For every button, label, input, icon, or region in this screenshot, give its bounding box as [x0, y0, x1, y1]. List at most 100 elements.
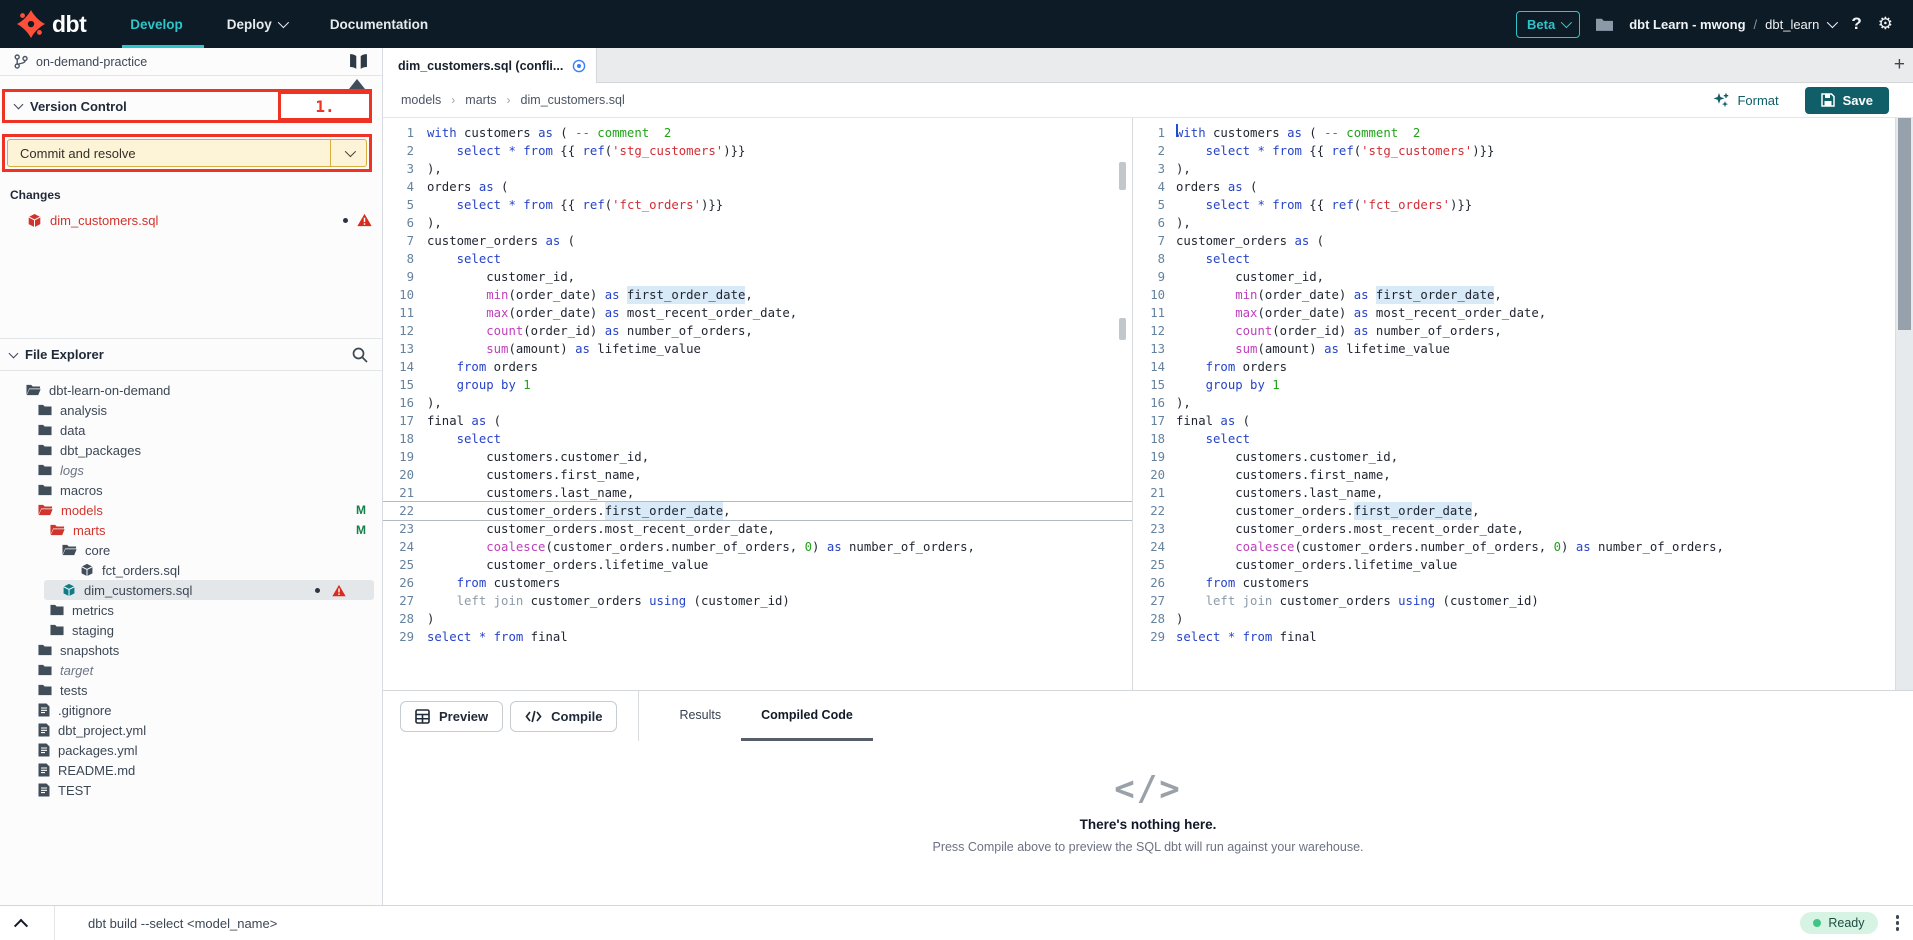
tab-dim-customers[interactable]: dim_customers.sql (confli...	[383, 48, 597, 83]
code-line-14[interactable]: 14 from orders	[1140, 358, 1895, 376]
tree-item-packages-yml[interactable]: packages.yml	[0, 740, 382, 760]
code-line-4[interactable]: 4orders as (	[1140, 178, 1895, 196]
code-line-16[interactable]: 16),	[1140, 394, 1895, 412]
code-line-29[interactable]: 29select * from final	[383, 628, 1132, 646]
tree-item-dbt-packages[interactable]: dbt_packages	[0, 440, 382, 460]
breadcrumb-segment[interactable]: models	[401, 93, 441, 107]
docs-book-icon[interactable]	[349, 53, 368, 70]
editor-pane-left[interactable]: 1with customers as ( -- comment 22 selec…	[383, 118, 1133, 690]
code-line-7[interactable]: 7customer_orders as (	[383, 232, 1132, 250]
tree-item-staging[interactable]: staging	[0, 620, 382, 640]
expand-chevron-icon[interactable]	[14, 919, 28, 933]
breadcrumb-segment[interactable]: marts	[465, 93, 496, 107]
tree-item-dbt-project-yml[interactable]: dbt_project.yml	[0, 720, 382, 740]
nav-documentation[interactable]: Documentation	[330, 17, 428, 32]
file-explorer-header[interactable]: File Explorer	[0, 339, 382, 371]
tree-item-marts[interactable]: martsM	[0, 520, 382, 540]
code-line-28[interactable]: 28)	[1140, 610, 1895, 628]
code-line-2[interactable]: 2 select * from {{ ref('stg_customers')}…	[1140, 142, 1895, 160]
tree-item-dbt-learn-on-demand[interactable]: dbt-learn-on-demand	[0, 380, 382, 400]
scrollbar-thumb[interactable]	[1898, 118, 1911, 330]
gear-icon[interactable]: ⚙	[1878, 14, 1893, 34]
kebab-menu-icon[interactable]	[1896, 915, 1900, 931]
code-line-6[interactable]: 6),	[1140, 214, 1895, 232]
tree-item-snapshots[interactable]: snapshots	[0, 640, 382, 660]
tree-item-readme-md[interactable]: README.md	[0, 760, 382, 780]
code-line-20[interactable]: 20 customers.first_name,	[383, 466, 1132, 484]
panel-tab-results[interactable]: Results	[659, 691, 741, 741]
code-line-17[interactable]: 17final as (	[1140, 412, 1895, 430]
code-line-16[interactable]: 16),	[383, 394, 1132, 412]
code-line-13[interactable]: 13 sum(amount) as lifetime_value	[383, 340, 1132, 358]
tree-item-data[interactable]: data	[0, 420, 382, 440]
editor-pane-right[interactable]: 1with customers as ( -- comment 22 selec…	[1140, 118, 1895, 690]
tree-item-fct-orders-sql[interactable]: fct_orders.sql	[0, 560, 382, 580]
code-line-18[interactable]: 18 select	[1140, 430, 1895, 448]
code-line-22[interactable]: 22 customer_orders.first_order_date,	[1140, 502, 1895, 520]
code-line-21[interactable]: 21 customers.last_name,	[1140, 484, 1895, 502]
tree-item-macros[interactable]: macros	[0, 480, 382, 500]
code-line-24[interactable]: 24 coalesce(customer_orders.number_of_or…	[383, 538, 1132, 556]
code-line-19[interactable]: 19 customers.customer_id,	[1140, 448, 1895, 466]
commit-dropdown-caret[interactable]	[330, 140, 366, 166]
help-icon[interactable]: ?	[1851, 14, 1861, 34]
nav-deploy[interactable]: Deploy	[227, 17, 286, 32]
preview-button[interactable]: Preview	[400, 701, 503, 732]
code-line-26[interactable]: 26 from customers	[383, 574, 1132, 592]
tree-item-metrics[interactable]: metrics	[0, 600, 382, 620]
code-line-17[interactable]: 17final as (	[383, 412, 1132, 430]
code-line-25[interactable]: 25 customer_orders.lifetime_value	[383, 556, 1132, 574]
code-line-6[interactable]: 6),	[383, 214, 1132, 232]
code-line-29[interactable]: 29select * from final	[1140, 628, 1895, 646]
branch-name[interactable]: on-demand-practice	[36, 55, 147, 69]
nav-develop[interactable]: Develop	[130, 17, 183, 32]
tree-item-dim-customers-sql[interactable]: dim_customers.sql	[0, 580, 382, 600]
code-line-27[interactable]: 27 left join customer_orders using (cust…	[383, 592, 1132, 610]
account-switcher[interactable]: dbt Learn - mwong / dbt_learn	[1629, 17, 1835, 32]
code-line-5[interactable]: 5 select * from {{ ref('fct_orders')}}	[1140, 196, 1895, 214]
tree-item--gitignore[interactable]: .gitignore	[0, 700, 382, 720]
code-line-9[interactable]: 9 customer_id,	[1140, 268, 1895, 286]
tree-item-logs[interactable]: logs	[0, 460, 382, 480]
code-line-15[interactable]: 15 group by 1	[383, 376, 1132, 394]
format-button[interactable]: Format	[1712, 92, 1778, 109]
tree-item-tests[interactable]: tests	[0, 680, 382, 700]
code-line-11[interactable]: 11 max(order_date) as most_recent_order_…	[1140, 304, 1895, 322]
code-line-14[interactable]: 14 from orders	[383, 358, 1132, 376]
code-line-8[interactable]: 8 select	[1140, 250, 1895, 268]
tree-item-target[interactable]: target	[0, 660, 382, 680]
search-icon[interactable]	[352, 347, 368, 363]
code-line-24[interactable]: 24 coalesce(customer_orders.number_of_or…	[1140, 538, 1895, 556]
code-line-20[interactable]: 20 customers.first_name,	[1140, 466, 1895, 484]
compile-button[interactable]: Compile	[510, 701, 617, 732]
beta-toggle[interactable]: Beta	[1516, 11, 1580, 38]
code-line-15[interactable]: 15 group by 1	[1140, 376, 1895, 394]
code-line-4[interactable]: 4orders as (	[383, 178, 1132, 196]
code-line-11[interactable]: 11 max(order_date) as most_recent_order_…	[383, 304, 1132, 322]
code-line-22[interactable]: 22 customer_orders.first_order_date,	[383, 502, 1132, 520]
command-input[interactable]: dbt build --select <model_name>	[88, 916, 277, 931]
code-line-27[interactable]: 27 left join customer_orders using (cust…	[1140, 592, 1895, 610]
code-line-1[interactable]: 1with customers as ( -- comment 2	[1140, 124, 1895, 142]
code-line-3[interactable]: 3),	[383, 160, 1132, 178]
code-line-9[interactable]: 9 customer_id,	[383, 268, 1132, 286]
dbt-logo[interactable]: dbt	[16, 9, 86, 39]
tree-item-models[interactable]: modelsM	[0, 500, 382, 520]
code-line-7[interactable]: 7customer_orders as (	[1140, 232, 1895, 250]
commit-and-resolve-button[interactable]: Commit and resolve	[7, 139, 367, 167]
tree-item-core[interactable]: core	[0, 540, 382, 560]
code-line-23[interactable]: 23 customer_orders.most_recent_order_dat…	[383, 520, 1132, 538]
code-line-25[interactable]: 25 customer_orders.lifetime_value	[1140, 556, 1895, 574]
code-line-2[interactable]: 2 select * from {{ ref('stg_customers')}…	[383, 142, 1132, 160]
code-line-5[interactable]: 5 select * from {{ ref('fct_orders')}}	[383, 196, 1132, 214]
code-line-10[interactable]: 10 min(order_date) as first_order_date,	[383, 286, 1132, 304]
code-line-28[interactable]: 28)	[383, 610, 1132, 628]
code-line-21[interactable]: 21 customers.last_name,	[383, 484, 1132, 502]
code-line-19[interactable]: 19 customers.customer_id,	[383, 448, 1132, 466]
editor-scrollbar[interactable]	[1895, 118, 1913, 690]
code-line-3[interactable]: 3),	[1140, 160, 1895, 178]
code-line-13[interactable]: 13 sum(amount) as lifetime_value	[1140, 340, 1895, 358]
changed-file-row[interactable]: dim_customers.sql	[0, 208, 382, 232]
breadcrumb-segment[interactable]: dim_customers.sql	[521, 93, 625, 107]
code-line-1[interactable]: 1with customers as ( -- comment 2	[383, 124, 1132, 142]
